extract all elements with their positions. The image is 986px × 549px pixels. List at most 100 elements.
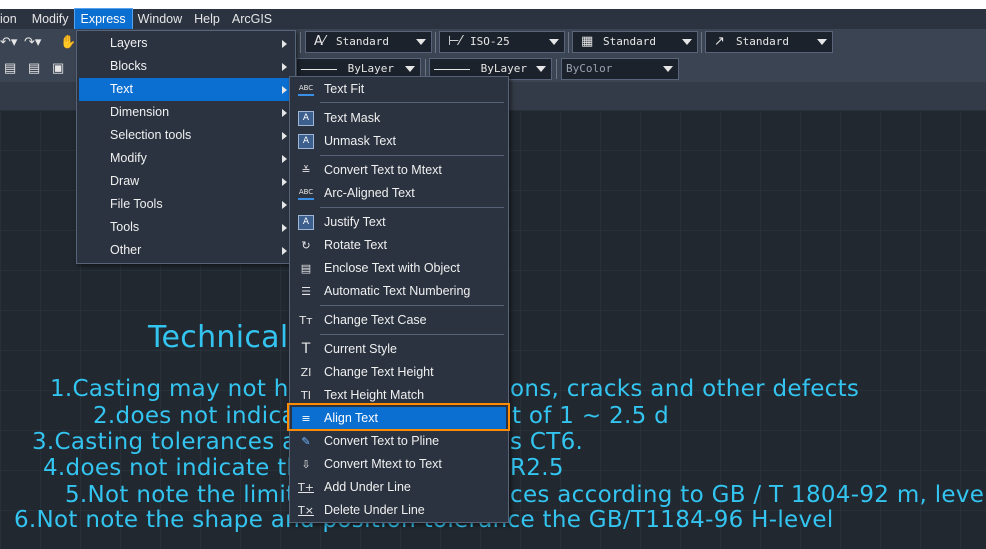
express-item-label: File Tools (110, 197, 163, 211)
text-item-delete-under-line[interactable]: T× Delete Under Line (292, 499, 506, 522)
add-underline-icon: T+ (298, 481, 314, 494)
text-submenu: ABC Text Fit A Text Mask A Unmask Text ≚ Con… (289, 76, 509, 523)
text-item-text-height-match[interactable]: TI Text Height Match (292, 384, 506, 407)
express-item-dimension[interactable]: Dimension (79, 101, 293, 124)
text-item-label: Rotate Text (324, 238, 388, 252)
dim-style-combo[interactable]: ⊢⁄ ISO-25 (439, 31, 565, 53)
express-item-tools[interactable]: Tools (79, 216, 293, 239)
text-item-enclose-text[interactable]: ▤ Enclose Text with Object (292, 257, 506, 280)
text-item-add-under-line[interactable]: T+ Add Under Line (292, 476, 506, 499)
submenu-arrow-icon (282, 86, 287, 94)
layer-match-icon[interactable]: ▣ (52, 60, 64, 76)
text-item-automatic-numbering[interactable]: ☰ Automatic Text Numbering (292, 280, 506, 303)
menu-modify[interactable]: Modify (26, 9, 75, 29)
menu-separator (320, 207, 504, 208)
text-item-label: Change Text Height (324, 365, 434, 379)
table-style-icon: ▦ (581, 34, 594, 49)
menu-bar: ion Modify Express Window Help ArcGIS (0, 8, 986, 30)
chevron-down-icon (682, 39, 692, 45)
express-item-other[interactable]: Other (79, 239, 293, 262)
align-text-icon: ≡ (301, 412, 311, 425)
express-item-label: Tools (110, 220, 140, 234)
express-item-label: Layers (110, 36, 148, 50)
text-item-current-style[interactable]: T Current Style (292, 338, 506, 361)
delete-underline-icon: T× (298, 504, 314, 517)
text-item-label: Text Fit (324, 82, 365, 96)
table-style-combo[interactable]: ▦ Standard (572, 31, 698, 53)
layer-tool-icon[interactable]: ▤ (4, 60, 16, 76)
express-item-blocks[interactable]: Blocks (79, 55, 293, 78)
drawing-line-3b: s CT6. (510, 429, 584, 455)
toolbar-separator (556, 59, 557, 79)
text-item-rotate-text[interactable]: ↻ Rotate Text (292, 234, 506, 257)
text-item-label: Convert Text to Pline (324, 434, 440, 448)
text-item-arc-aligned-text[interactable]: ABC Arc-Aligned Text (292, 182, 506, 205)
menu-express[interactable]: Express (73, 8, 133, 30)
text-style-value: Standard (336, 35, 389, 48)
pan-icon[interactable]: ✋ (60, 34, 76, 50)
text-item-label: Current Style (324, 342, 397, 356)
menu-window[interactable]: Window (132, 9, 188, 29)
text-item-convert-mtext-to-text[interactable]: ⇩ Convert Mtext to Text (292, 453, 506, 476)
express-item-label: Selection tools (110, 128, 192, 142)
express-item-modify[interactable]: Modify (79, 147, 293, 170)
undo-icon[interactable]: ↶▾ (0, 34, 17, 50)
menu-help[interactable]: Help (188, 9, 226, 29)
express-item-draw[interactable]: Draw (79, 170, 293, 193)
text-item-change-text-height[interactable]: ZI Change Text Height (292, 361, 506, 384)
text-item-label: Convert Mtext to Text (324, 457, 442, 471)
express-item-label: Blocks (110, 59, 147, 73)
dim-style-value: ISO-25 (470, 35, 510, 48)
text-style-combo[interactable]: A⁄ Standard (305, 31, 432, 53)
express-item-label: Other (110, 243, 142, 257)
text-item-convert-text-to-mtext[interactable]: ≚ Convert Text to Mtext (292, 159, 506, 182)
justify-icon: A (298, 215, 314, 230)
mleader-style-combo[interactable]: ↗ Standard (705, 31, 833, 53)
drawing-line-1b: ons, cracks and other defects (510, 376, 860, 402)
express-item-text[interactable]: Text (79, 78, 293, 101)
chevron-down-icon (416, 39, 426, 45)
text-item-unmask-text[interactable]: A Unmask Text (292, 130, 506, 153)
linetype-preview (301, 68, 337, 70)
table-style-value: Standard (603, 35, 656, 48)
submenu-arrow-icon (282, 224, 287, 232)
plot-style-value: ByColor (566, 62, 613, 75)
express-item-file-tools[interactable]: File Tools (79, 193, 293, 216)
text-item-justify-text[interactable]: A Justify Text (292, 211, 506, 234)
drawing-line-5b: ces according to GB / T 1804-92 m, level (510, 482, 986, 508)
toolbar-separator (568, 32, 569, 53)
numbering-icon: ☰ (301, 285, 311, 298)
arc-text-icon: ABC (298, 188, 314, 200)
express-menu: Layers Blocks Text Dimension Selection t… (76, 30, 296, 264)
text-style-icon: A⁄ (314, 34, 326, 49)
chevron-down-icon (817, 39, 827, 45)
lineweight-preview (434, 68, 470, 70)
text-item-change-text-case[interactable]: Tт Change Text Case (292, 309, 506, 332)
mleader-style-value: Standard (736, 35, 789, 48)
chevron-down-icon (405, 66, 415, 72)
text-item-align-text[interactable]: ≡ Align Text (292, 407, 506, 430)
lineweight-value: ByLayer (480, 62, 527, 75)
drawing-line-2a: 2.does not indicat (93, 403, 306, 429)
text-item-text-mask[interactable]: A Text Mask (292, 107, 506, 130)
menu-separator (320, 102, 504, 103)
text-case-icon: Tт (299, 314, 313, 327)
express-item-layers[interactable]: Layers (79, 32, 293, 55)
submenu-arrow-icon (282, 132, 287, 140)
text-item-text-fit[interactable]: ABC Text Fit (292, 78, 506, 101)
plot-style-combo[interactable]: ByColor (561, 58, 679, 80)
menu-arcgis[interactable]: ArcGIS (226, 9, 278, 29)
menu-annotation[interactable]: ion (0, 9, 26, 29)
layer-state-icon[interactable]: ▤ (28, 60, 40, 76)
toolbar-separator (701, 32, 702, 53)
text-item-label: Justify Text (324, 215, 386, 229)
title-strip (0, 0, 986, 9)
express-item-selection-tools[interactable]: Selection tools (79, 124, 293, 147)
abc-icon: ABC (298, 84, 314, 96)
text-item-convert-text-to-pline[interactable]: ✎ Convert Text to Pline (292, 430, 506, 453)
drawing-heading: Technical (148, 320, 289, 355)
current-style-icon: T (301, 341, 311, 357)
redo-icon[interactable]: ↷▾ (24, 34, 41, 50)
text-item-label: Delete Under Line (324, 503, 425, 517)
submenu-arrow-icon (282, 178, 287, 186)
